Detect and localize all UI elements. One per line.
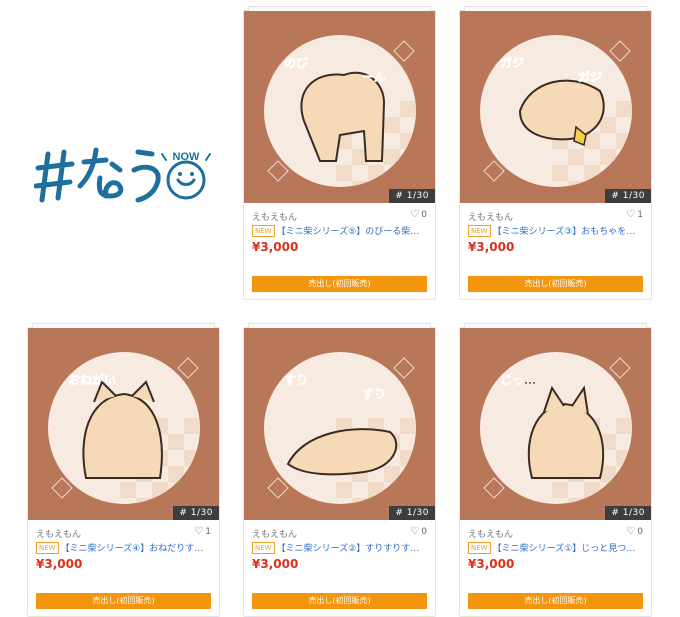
like-button[interactable]: ♡ 1 (626, 209, 643, 220)
product-thumbnail[interactable]: おねがい # 1/30 (28, 328, 219, 520)
heart-icon: ♡ (410, 209, 420, 220)
seller-name[interactable]: えもえもん (36, 527, 81, 540)
edition-counter: # 1/30 (389, 506, 435, 520)
price: ¥3,000 (468, 240, 515, 254)
price: ¥3,000 (468, 557, 515, 571)
heart-icon: ♡ (194, 526, 204, 537)
new-badge: NEW (252, 542, 275, 554)
edition-counter: # 1/30 (389, 189, 435, 203)
svg-text:じっ…: じっ… (500, 373, 536, 387)
product-title[interactable]: 【ミニ柴シリーズ③】おもちゃを… (493, 227, 636, 237)
svg-text:のび: のび (284, 55, 309, 70)
edition-counter: # 1/30 (173, 506, 219, 520)
product-thumbnail[interactable]: のびーん # 1/30 (244, 11, 435, 203)
product-thumbnail[interactable]: じっ… # 1/30 (460, 328, 651, 520)
product-card[interactable]: すり すり # 1/30 えもえもん ♡ 0 NEW 【ミニ柴シリーズ②】すりすりす…… (243, 323, 436, 617)
heart-icon: ♡ (410, 526, 420, 537)
logo-now-text: NOW (173, 151, 201, 163)
svg-text:ガジ: ガジ (500, 55, 524, 70)
product-title-row[interactable]: NEW 【ミニ柴シリーズ②】すりすりす… (252, 541, 429, 554)
like-button[interactable]: ♡ 0 (410, 526, 427, 537)
buy-button[interactable]: 売出し(初回販売) (468, 593, 643, 609)
new-badge: NEW (252, 225, 275, 237)
product-card[interactable]: ガジ ガジ # 1/30 えもえもん ♡ 1 NEW 【ミニ柴シリーズ③】おもちゃを…… (459, 6, 652, 300)
buy-button[interactable]: 売出し(初回販売) (36, 593, 211, 609)
svg-text:すり: すり (362, 387, 386, 401)
svg-text:すり: すり (284, 373, 308, 387)
new-badge: NEW (468, 542, 491, 554)
price: ¥3,000 (252, 240, 299, 254)
like-count: 0 (421, 210, 427, 220)
price: ¥3,000 (252, 557, 299, 571)
product-title[interactable]: 【ミニ柴シリーズ②】すりすりす… (277, 544, 420, 554)
heart-icon: ♡ (626, 526, 636, 537)
like-button[interactable]: ♡ 1 (194, 526, 211, 537)
svg-text:ーん: ーん (362, 70, 386, 84)
product-card[interactable]: おねがい # 1/30 えもえもん ♡ 1 NEW 【ミニ柴シリーズ④】おねだりす…… (27, 323, 220, 617)
svg-text:おねがい: おねがい (68, 372, 116, 387)
product-title-row[interactable]: NEW 【ミニ柴シリーズ④】おねだりす… (36, 541, 213, 554)
product-card[interactable]: のびーん # 1/30 えもえもん ♡ 0 NEW 【ミニ柴シリーズ⑤】のびーる柴…… (243, 6, 436, 300)
svg-text:ガジ: ガジ (578, 69, 602, 84)
product-title-row[interactable]: NEW 【ミニ柴シリーズ①】じっと見つ… (468, 541, 645, 554)
like-count: 1 (637, 210, 643, 220)
product-title[interactable]: 【ミニ柴シリーズ⑤】のびーる柴… (277, 227, 420, 237)
seller-name[interactable]: えもえもん (468, 527, 513, 540)
seller-name[interactable]: えもえもん (468, 210, 513, 223)
edition-counter: # 1/30 (605, 189, 651, 203)
edition-counter: # 1/30 (605, 506, 651, 520)
product-title[interactable]: 【ミニ柴シリーズ①】じっと見つ… (493, 544, 636, 554)
seller-name[interactable]: えもえもん (252, 210, 297, 223)
like-count: 0 (637, 527, 643, 537)
like-count: 1 (205, 527, 211, 537)
buy-button[interactable]: 売出し(初回販売) (252, 276, 427, 292)
now-logo: NOW (33, 140, 224, 210)
product-card[interactable]: じっ… # 1/30 えもえもん ♡ 0 NEW 【ミニ柴シリーズ①】じっと見つ… … (459, 323, 652, 617)
product-thumbnail[interactable]: ガジ ガジ # 1/30 (460, 11, 651, 203)
product-title-row[interactable]: NEW 【ミニ柴シリーズ③】おもちゃを… (468, 224, 645, 237)
like-count: 0 (421, 527, 427, 537)
buy-button[interactable]: 売出し(初回販売) (252, 593, 427, 609)
new-badge: NEW (468, 225, 491, 237)
seller-name[interactable]: えもえもん (252, 527, 297, 540)
product-title[interactable]: 【ミニ柴シリーズ④】おねだりす… (61, 544, 204, 554)
like-button[interactable]: ♡ 0 (626, 526, 643, 537)
price: ¥3,000 (36, 557, 83, 571)
new-badge: NEW (36, 542, 59, 554)
buy-button[interactable]: 売出し(初回販売) (468, 276, 643, 292)
product-thumbnail[interactable]: すり すり # 1/30 (244, 328, 435, 520)
heart-icon: ♡ (626, 209, 636, 220)
product-title-row[interactable]: NEW 【ミニ柴シリーズ⑤】のびーる柴… (252, 224, 429, 237)
like-button[interactable]: ♡ 0 (410, 209, 427, 220)
